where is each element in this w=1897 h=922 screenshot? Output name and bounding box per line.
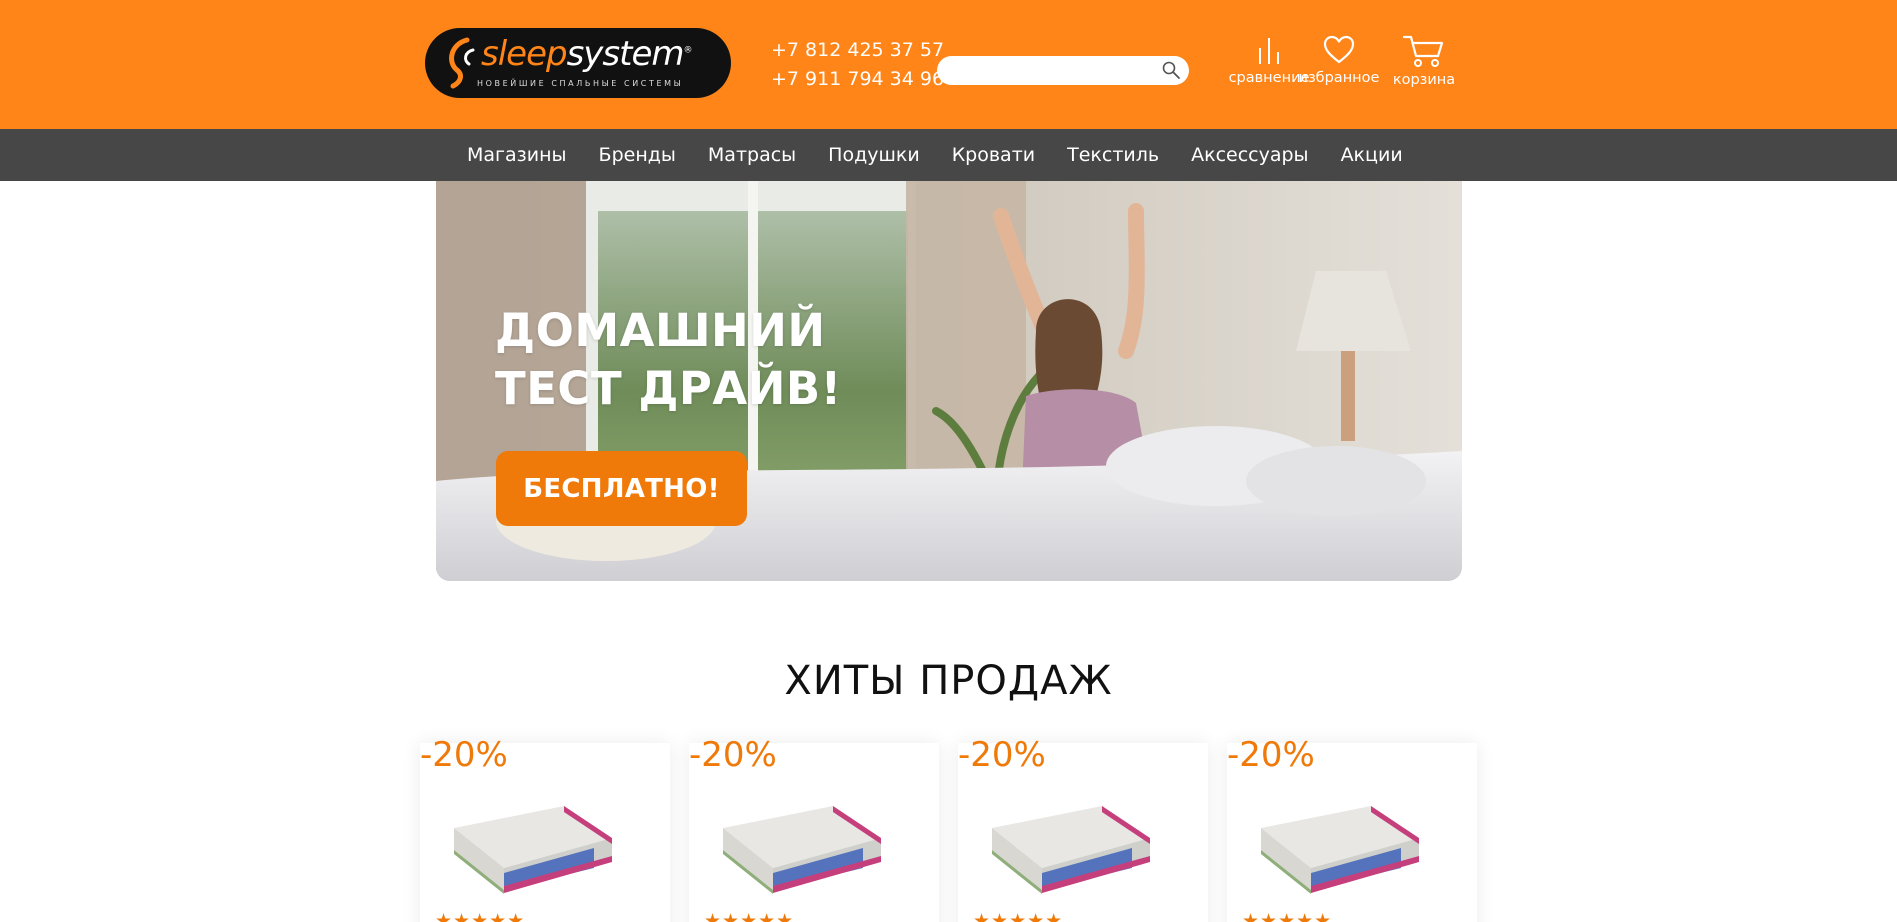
hero-cta-button[interactable]: БЕСПЛАТНО! <box>496 451 747 526</box>
cart-label: корзина <box>1392 72 1456 88</box>
discount-badge: -20% <box>420 735 508 775</box>
hero-title-line-1: ДОМАШНИЙ <box>495 304 826 357</box>
logo-word-system: system <box>566 34 685 74</box>
nav-item-brands[interactable]: Бренды <box>599 144 676 166</box>
mattress-image <box>1261 806 1419 894</box>
logo-word-sleep: sleep <box>481 34 568 74</box>
search-input[interactable] <box>951 60 1151 81</box>
favorites-link[interactable]: избранное <box>1297 34 1381 86</box>
rating-stars: ★★★★★ <box>1242 911 1333 922</box>
product-card[interactable]: -20% ★★★★★ <box>958 735 1208 922</box>
nav-item-accessories[interactable]: Аксессуары <box>1191 144 1308 166</box>
main-nav: Магазины Бренды Матрасы Подушки Кровати … <box>0 129 1897 181</box>
hero-title: ДОМАШНИЙ ТЕСТ ДРАЙВ! <box>495 302 842 418</box>
hero-title-line-2: ТЕСТ ДРАЙВ! <box>495 362 842 415</box>
product-card[interactable]: -20% ★★★★★ <box>689 735 939 922</box>
cart-icon <box>1402 35 1444 67</box>
logo-wordmark: sleepsystem® <box>481 34 693 74</box>
rating-stars: ★★★★★ <box>704 911 795 922</box>
nav-item-beds[interactable]: Кровати <box>952 144 1035 166</box>
rating-stars: ★★★★★ <box>435 911 526 922</box>
phone-link-1[interactable]: +7 812 425 37 57 <box>771 36 944 65</box>
heart-icon <box>1323 35 1355 64</box>
discount-badge: -20% <box>1227 735 1315 775</box>
nav-item-pillows[interactable]: Подушки <box>828 144 920 166</box>
mattress-image <box>723 806 881 894</box>
nav-item-stores[interactable]: Магазины <box>467 144 567 166</box>
nav-item-mattresses[interactable]: Матрасы <box>708 144 796 166</box>
mattress-image <box>454 806 612 894</box>
site-logo[interactable]: sleepsystem® НОВЕЙШИЕ СПАЛЬНЫЕ СИСТЕМЫ <box>425 28 731 98</box>
phone-list: +7 812 425 37 57 +7 911 794 34 96 <box>771 36 944 94</box>
nav-item-textile[interactable]: Текстиль <box>1067 144 1159 166</box>
discount-badge: -20% <box>958 735 1046 775</box>
hero-banner[interactable]: ДОМАШНИЙ ТЕСТ ДРАЙВ! БЕСПЛАТНО! <box>436 181 1462 581</box>
cart-link[interactable]: корзина <box>1390 34 1458 88</box>
bestsellers-title: ХИТЫ ПРОДАЖ <box>784 658 1113 704</box>
logo-registered: ® <box>683 45 693 56</box>
logo-tagline: НОВЕЙШИЕ СПАЛЬНЫЕ СИСТЕМЫ <box>477 79 684 88</box>
search-icon[interactable] <box>1161 60 1181 80</box>
discount-badge: -20% <box>689 735 777 775</box>
phone-link-2[interactable]: +7 911 794 34 96 <box>771 65 944 94</box>
main-nav-list: Магазины Бренды Матрасы Подушки Кровати … <box>467 129 1435 181</box>
site-header: sleepsystem® НОВЕЙШИЕ СПАЛЬНЫЕ СИСТЕМЫ +… <box>0 0 1897 129</box>
mattress-image <box>992 806 1150 894</box>
rating-stars: ★★★★★ <box>973 911 1064 922</box>
search-box <box>937 56 1189 85</box>
product-card[interactable]: -20% ★★★★★ <box>1227 735 1477 922</box>
favorites-label: избранное <box>1298 70 1380 86</box>
nav-item-sales[interactable]: Акции <box>1341 144 1403 166</box>
compare-bars-icon <box>1259 38 1279 64</box>
product-card[interactable]: -20% ★★★★★ <box>420 735 670 922</box>
